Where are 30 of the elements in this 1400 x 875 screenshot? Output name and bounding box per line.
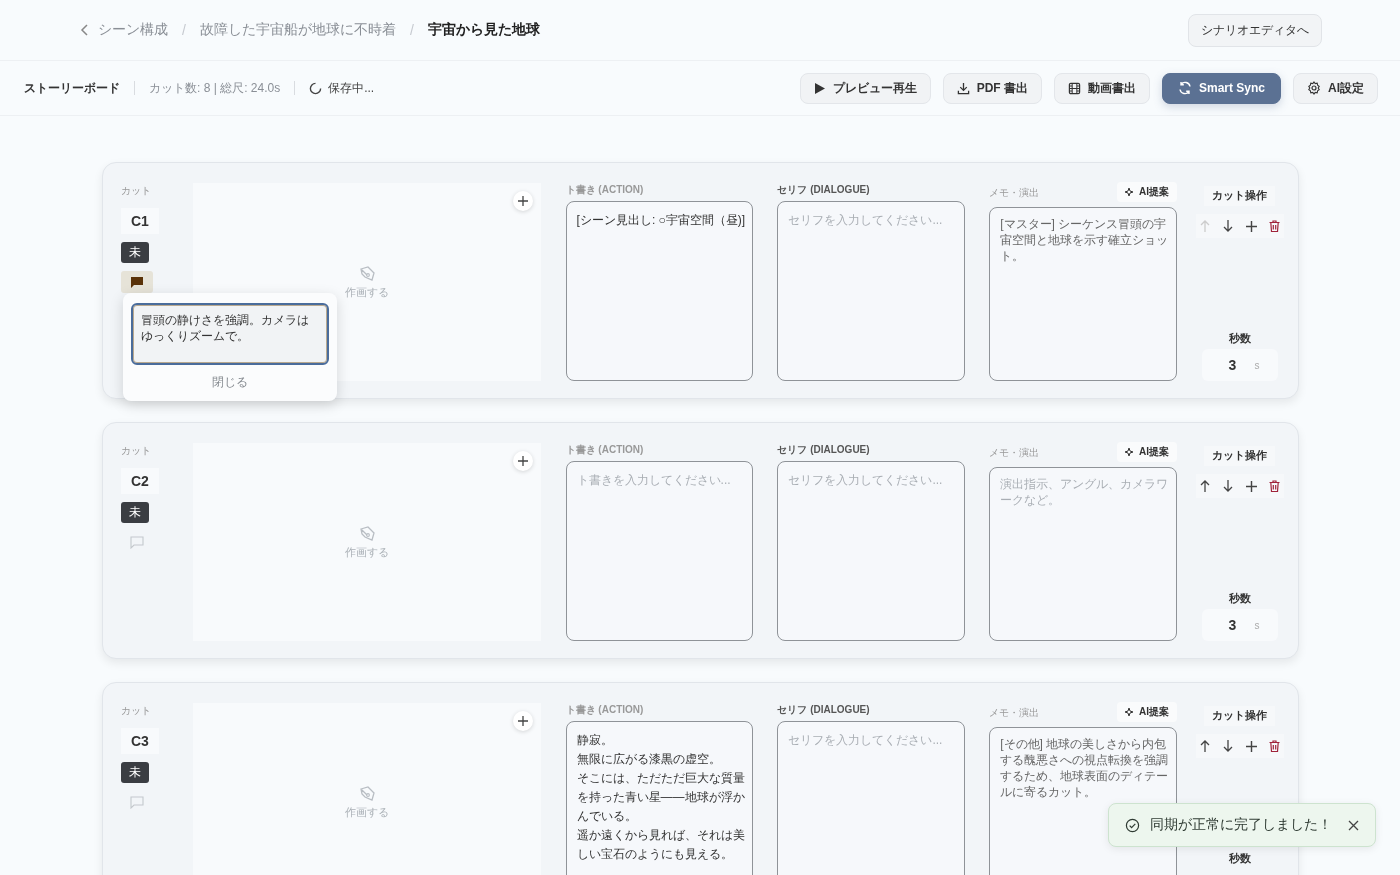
draw-label: 作画する: [344, 544, 389, 560]
cut-stats: カット数: 8 | 総尺: 24.0s: [149, 79, 281, 97]
cut-label: カット: [121, 704, 151, 718]
cut-id: C1: [121, 208, 159, 234]
draw-label: 作画する: [344, 284, 389, 300]
field-label: メモ・演出: [989, 186, 1040, 198]
cut-label: カット: [121, 444, 151, 458]
seconds-label: 秒数: [1229, 592, 1251, 606]
field-label: セリフ (DIALOGUE): [777, 443, 871, 455]
cut-label: カット: [121, 184, 151, 198]
field-label: セリフ (DIALOGUE): [777, 183, 871, 195]
field-label: ト書き (ACTION): [565, 183, 645, 195]
seconds-label: 秒数: [1229, 852, 1251, 866]
save-status: 保存中...: [328, 79, 375, 97]
ops-label: カット操作: [1204, 186, 1276, 206]
toolbar-title: ストーリーボード: [24, 79, 120, 97]
field-label: セリフ (DIALOGUE): [777, 703, 871, 715]
field-label: ト書き (ACTION): [565, 443, 645, 455]
field-label: ト書き (ACTION): [565, 703, 645, 715]
breadcrumb-separator: /: [182, 22, 186, 38]
breadcrumb-separator: /: [409, 22, 414, 38]
ops-label: カット操作: [1204, 446, 1276, 466]
seconds-label: 秒数: [1229, 332, 1251, 346]
ops-label: カット操作: [1204, 706, 1276, 726]
field-label: メモ・演出: [989, 706, 1040, 718]
field-label: メモ・演出: [989, 446, 1040, 458]
draw-label: 作画する: [344, 804, 389, 820]
cut-id: C2: [121, 468, 159, 494]
breadcrumb-item: 宇宙から見た地球: [427, 21, 540, 39]
cut-id: C3: [121, 728, 159, 754]
